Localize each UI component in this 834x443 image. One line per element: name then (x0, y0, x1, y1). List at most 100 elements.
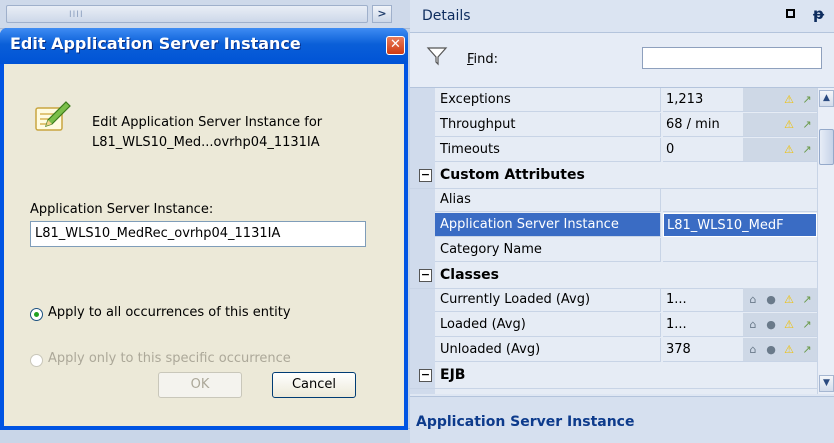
property-value-text: 0 (666, 142, 675, 157)
property-name: Exceptions (435, 88, 661, 112)
sparkline-icon[interactable]: ↗ (799, 342, 815, 358)
horizontal-scroll-thumb[interactable]: IIII (6, 5, 368, 23)
sparkline-icon[interactable]: ↗ (799, 92, 815, 108)
property-value[interactable] (663, 188, 817, 212)
baseline-icon[interactable]: ⌂ (745, 292, 761, 308)
property-value[interactable]: 0 ⚠ ↗ (663, 138, 817, 162)
close-button[interactable]: ✕ (386, 36, 405, 55)
instance-input[interactable]: L81_WLS10_MedRec_ovrhp04_1131IA (30, 221, 366, 247)
instance-field-label: Application Server Instance: (30, 202, 214, 217)
find-label: Find: (467, 52, 499, 67)
edit-dialog: Edit Application Server Instance ✕ Edit … (0, 28, 408, 430)
scroll-down-button[interactable]: ▼ (819, 375, 834, 392)
property-name: Category Name (435, 238, 661, 262)
category-label: Custom Attributes (440, 167, 585, 183)
property-value[interactable]: 1,213 ⚠ ↗ (663, 88, 817, 112)
vertical-scrollbar[interactable]: ▲ ▼ (817, 88, 834, 394)
warning-icon[interactable]: ⚠ (781, 317, 797, 333)
sparkline-icon[interactable]: ↗ (799, 142, 815, 158)
property-value[interactable] (663, 238, 817, 262)
dialog-title: Edit Application Server Instance (10, 34, 301, 53)
property-name: Throughput (435, 113, 661, 137)
category-row[interactable]: − Custom Attributes (410, 163, 817, 189)
category-row[interactable]: − EJB (410, 363, 817, 389)
details-header: Details ᵽ (410, 0, 834, 33)
description-title: Application Server Instance (416, 414, 635, 430)
radio-apply-all-button[interactable] (30, 308, 43, 321)
property-row[interactable]: Exceptions 1,213 ⚠ ↗ (435, 88, 817, 113)
scroll-up-button[interactable]: ▲ (819, 90, 834, 107)
warning-icon[interactable]: ⚠ (781, 292, 797, 308)
edit-pencil-icon (35, 101, 71, 131)
dialog-description: Edit Application Server Instance for L81… (92, 113, 322, 153)
property-value[interactable]: 1... ⌂ ● ⚠ ↗ (663, 313, 817, 337)
warning-icon[interactable]: ⚠ (781, 142, 797, 158)
radio-apply-specific-label: Apply only to this specific occurrence (48, 351, 291, 366)
category-label: Classes (440, 267, 500, 283)
property-name: Timeouts (435, 138, 661, 162)
details-panel: Details ᵽ Find: Exceptions 1,213 ⚠ ↗ Through… (410, 0, 834, 443)
vertical-scroll-thumb[interactable] (819, 129, 834, 165)
sparkline-icon[interactable]: ↗ (799, 317, 815, 333)
property-value[interactable]: 1... ⌂ ● ⚠ ↗ (663, 288, 817, 312)
find-bar: Find: (410, 33, 834, 88)
dialog-body: Edit Application Server Instance for L81… (4, 64, 404, 426)
property-row[interactable]: Currently Loaded (Avg) 1... ⌂ ● ⚠ ↗ (435, 288, 817, 313)
property-value[interactable]: 378 ⌂ ● ⚠ ↗ (663, 338, 817, 362)
maximize-icon[interactable] (786, 9, 795, 18)
property-value-text: 68 / min (666, 117, 720, 132)
property-row[interactable]: Category Name (435, 238, 817, 263)
property-name: Unloaded (Avg) (435, 338, 661, 362)
property-row[interactable]: Throughput 68 / min ⚠ ↗ (435, 113, 817, 138)
collapse-icon[interactable]: − (419, 369, 432, 382)
grid-gutter (410, 88, 435, 394)
baseline-icon[interactable]: ⌂ (745, 317, 761, 333)
collapse-icon[interactable]: − (419, 269, 432, 282)
search-icon[interactable]: ● (763, 292, 779, 308)
details-title: Details (422, 8, 471, 24)
category-label: EJB (440, 367, 466, 383)
cancel-button[interactable]: Cancel (272, 372, 356, 398)
scroll-grip: IIII (69, 10, 84, 20)
ok-button: OK (158, 372, 242, 398)
pin-icon[interactable]: ᵽ (813, 5, 825, 23)
property-value[interactable]: 68 / min ⚠ ↗ (663, 113, 817, 137)
property-name: Currently Loaded (Avg) (435, 288, 661, 312)
property-grid: Exceptions 1,213 ⚠ ↗ Throughput 68 / min ⚠ ↗ Tim… (410, 88, 834, 394)
left-pane-scrollbar[interactable]: IIII > (0, 0, 410, 29)
property-name: Alias (435, 188, 661, 212)
sparkline-icon[interactable]: ↗ (799, 117, 815, 133)
filter-icon[interactable] (426, 45, 448, 67)
property-row[interactable]: Timeouts 0 ⚠ ↗ (435, 138, 817, 163)
property-value-text: 1... (666, 317, 687, 332)
find-input[interactable] (642, 47, 822, 69)
property-row[interactable]: Alias (435, 188, 817, 213)
radio-apply-all-label[interactable]: Apply to all occurrences of this entity (48, 305, 291, 320)
baseline-icon[interactable]: ⌂ (745, 342, 761, 358)
description-line-1: Edit Application Server Instance for (92, 115, 323, 130)
property-value-text: 1,213 (666, 92, 704, 107)
search-icon[interactable]: ● (763, 317, 779, 333)
property-value-text: 1... (666, 292, 687, 307)
scroll-right-button[interactable]: > (372, 5, 392, 23)
property-row[interactable]: Loaded (Avg) 1... ⌂ ● ⚠ ↗ (435, 313, 817, 338)
property-row[interactable]: Application Server Instance L81_WLS10_Med… (435, 213, 817, 238)
left-pane-footer (0, 428, 410, 443)
description-bar: Application Server Instance (410, 396, 834, 443)
property-name: Application Server Instance (435, 213, 661, 237)
description-line-2: L81_WLS10_Med...ovrhp04_1131IA (92, 135, 320, 150)
property-value-text: 378 (666, 342, 691, 357)
warning-icon[interactable]: ⚠ (781, 117, 797, 133)
radio-apply-specific-button (30, 354, 43, 367)
warning-icon[interactable]: ⚠ (781, 92, 797, 108)
property-value[interactable]: L81_WLS10_MedF (663, 213, 817, 237)
dialog-titlebar[interactable]: Edit Application Server Instance ✕ (0, 28, 408, 64)
property-row[interactable]: Unloaded (Avg) 378 ⌂ ● ⚠ ↗ (435, 338, 817, 363)
property-value-text: L81_WLS10_MedF (667, 218, 784, 233)
collapse-icon[interactable]: − (419, 169, 432, 182)
search-icon[interactable]: ● (763, 342, 779, 358)
sparkline-icon[interactable]: ↗ (799, 292, 815, 308)
category-row[interactable]: − Classes (410, 263, 817, 289)
warning-icon[interactable]: ⚠ (781, 342, 797, 358)
property-name: Loaded (Avg) (435, 313, 661, 337)
